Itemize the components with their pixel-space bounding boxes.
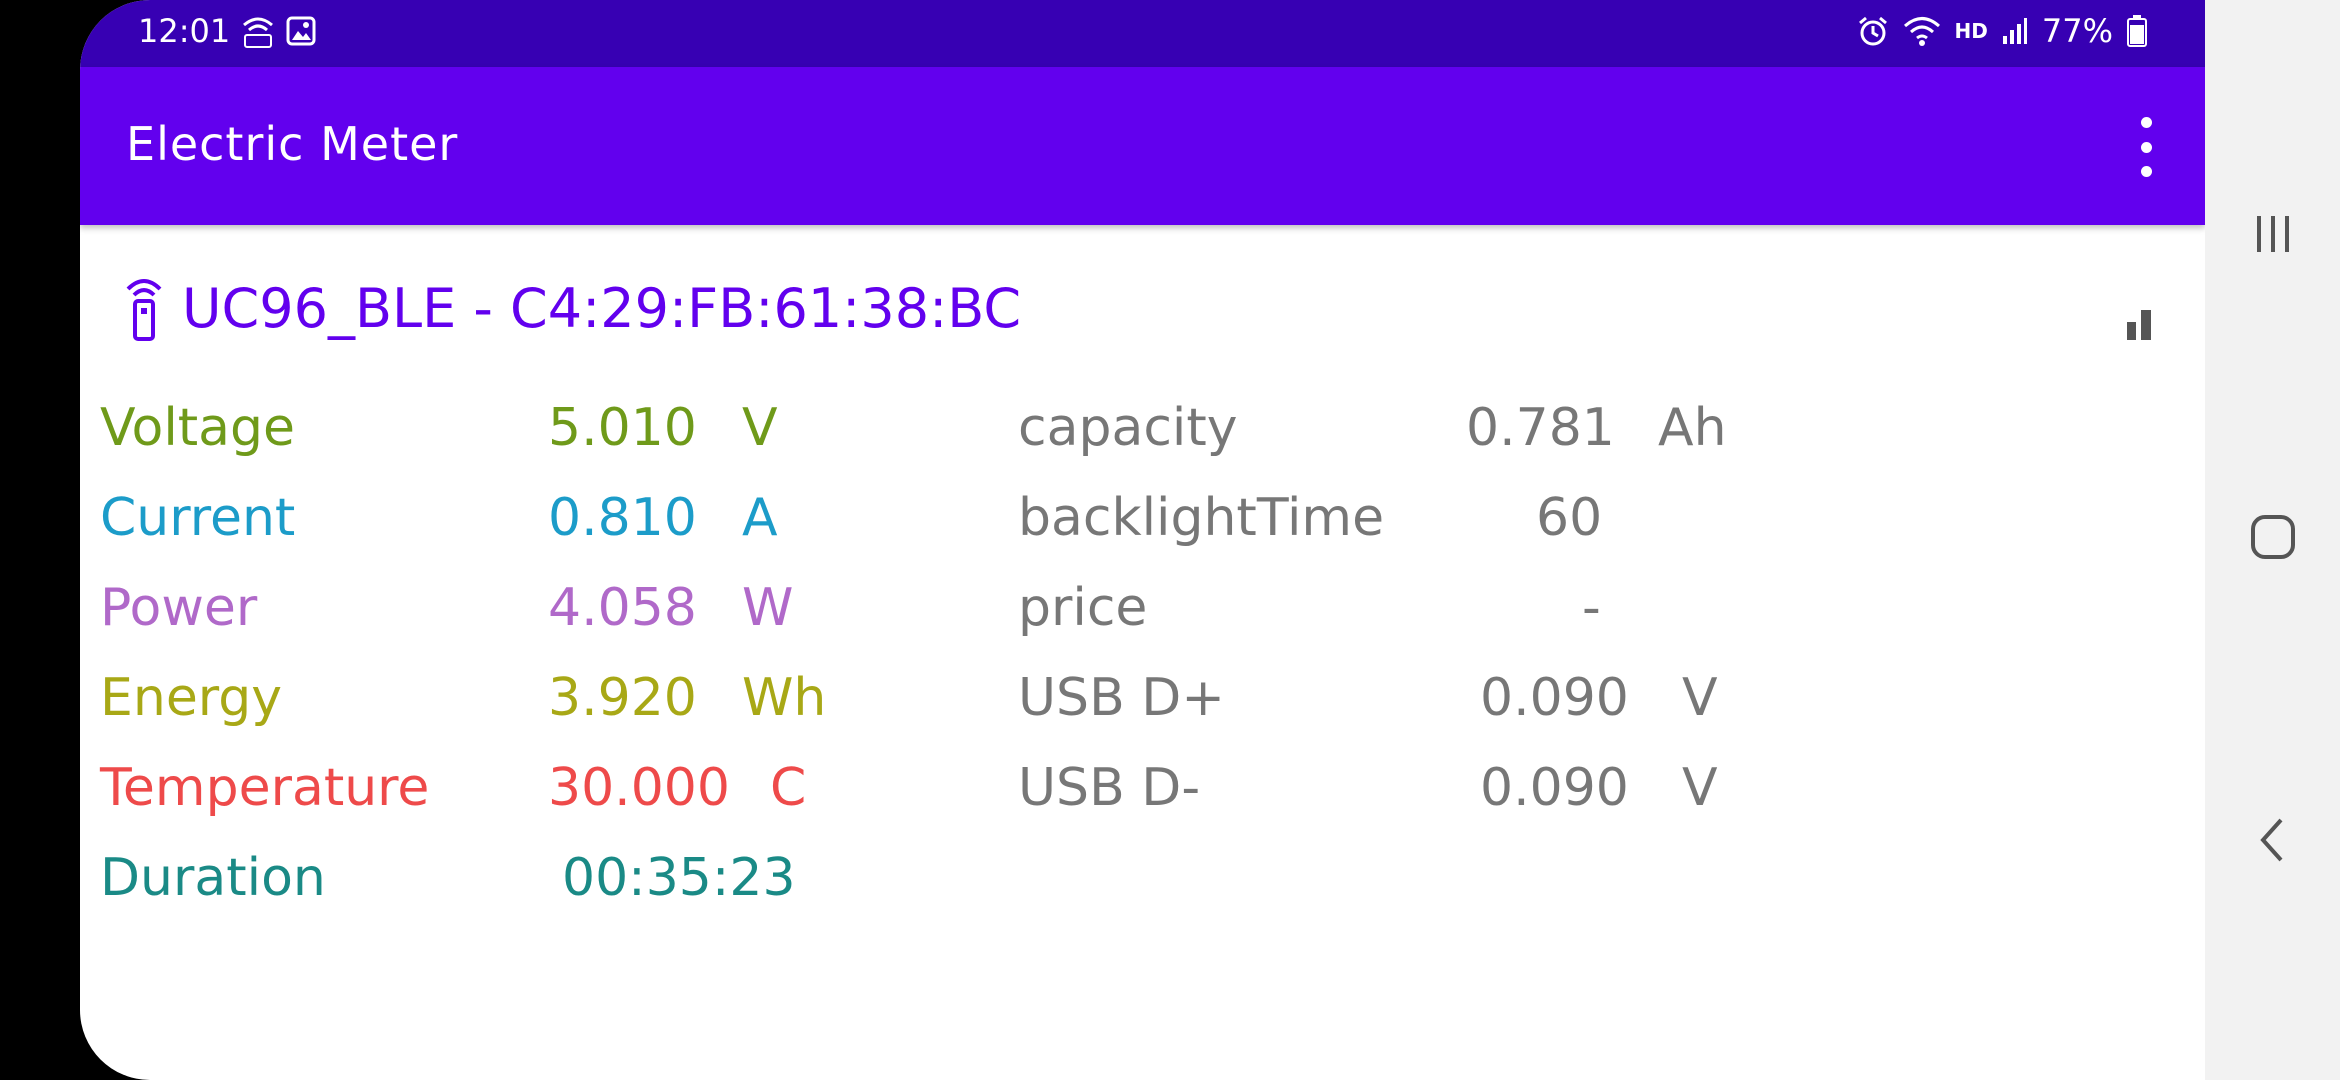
bar-chart-icon — [2127, 310, 2151, 340]
back-button[interactable] — [2247, 814, 2299, 866]
status-right: HD 77% — [1857, 12, 2147, 50]
bluetooth-remote-icon — [126, 279, 162, 341]
recent-apps-button[interactable] — [2247, 208, 2299, 260]
status-bar: 12:01 HD 77% — [80, 0, 2205, 67]
signal-icon — [2002, 18, 2027, 44]
alarm-icon — [1858, 16, 1887, 46]
hd-voice-badge: HD — [1954, 19, 1988, 43]
current-value: 0.810 — [548, 488, 697, 548]
duration-label: Duration — [100, 848, 326, 908]
device-label: UC96_BLE - C4:29:FB:61:38:BC — [182, 276, 1022, 340]
usb-dplus-label: USB D+ — [1018, 668, 1225, 728]
usb-dminus-unit: V — [1682, 758, 1718, 818]
energy-unit: Wh — [742, 668, 827, 728]
wifi-icon — [1903, 17, 1940, 46]
more-vert-dot — [2140, 141, 2152, 153]
app-title: Electric Meter — [126, 117, 459, 171]
overflow-menu-button[interactable] — [2131, 117, 2161, 177]
capacity-unit: Ah — [1658, 398, 1727, 458]
current-label: Current — [100, 488, 296, 548]
power-unit: W — [742, 578, 794, 638]
status-time: 12:01 — [138, 12, 231, 50]
power-value: 4.058 — [548, 578, 697, 638]
app-bar: Electric Meter — [80, 67, 2205, 225]
status-left: 12:01 — [138, 12, 316, 50]
capacity-value: 0.781 — [1466, 398, 1615, 458]
system-nav-bar — [2205, 0, 2340, 1080]
temperature-unit: C — [770, 758, 807, 818]
price-value: - — [1582, 578, 1601, 638]
battery-percent: 77% — [2041, 12, 2113, 50]
capacity-label: capacity — [1018, 398, 1238, 458]
energy-value: 3.920 — [548, 668, 697, 728]
usb-dminus-value: 0.090 — [1480, 758, 1629, 818]
current-unit: A — [742, 488, 778, 548]
back-icon — [2260, 818, 2283, 862]
voltage-label: Voltage — [100, 398, 296, 458]
chart-button[interactable] — [2127, 308, 2153, 344]
app-screen: 12:01 HD 77% Electric Meter UC96_BLE - C… — [80, 0, 2205, 1080]
duration-value: 00:35:23 — [562, 848, 796, 908]
wifi-call-icon — [243, 17, 274, 48]
power-label: Power — [100, 578, 258, 638]
home-button[interactable] — [2247, 511, 2299, 563]
usb-dplus-unit: V — [1682, 668, 1718, 728]
energy-label: Energy — [100, 668, 283, 728]
gallery-icon — [286, 16, 316, 46]
price-label: price — [1018, 578, 1148, 638]
voltage-value: 5.010 — [548, 398, 697, 458]
more-vert-dot — [2140, 166, 2152, 177]
battery-icon — [2127, 15, 2147, 47]
backlight-time-label: backlightTime — [1018, 488, 1385, 548]
home-icon — [2251, 515, 2295, 559]
voltage-unit: V — [742, 398, 778, 458]
backlight-time-value: 60 — [1536, 488, 1603, 548]
recent-apps-icon — [2257, 216, 2289, 252]
more-vert-icon — [2140, 117, 2152, 128]
temperature-label: Temperature — [100, 758, 430, 818]
temperature-value: 30.000 — [548, 758, 730, 818]
device-header[interactable]: UC96_BLE - C4:29:FB:61:38:BC — [122, 275, 1021, 341]
usb-dplus-value: 0.090 — [1480, 668, 1629, 728]
usb-dminus-label: USB D- — [1018, 758, 1201, 818]
